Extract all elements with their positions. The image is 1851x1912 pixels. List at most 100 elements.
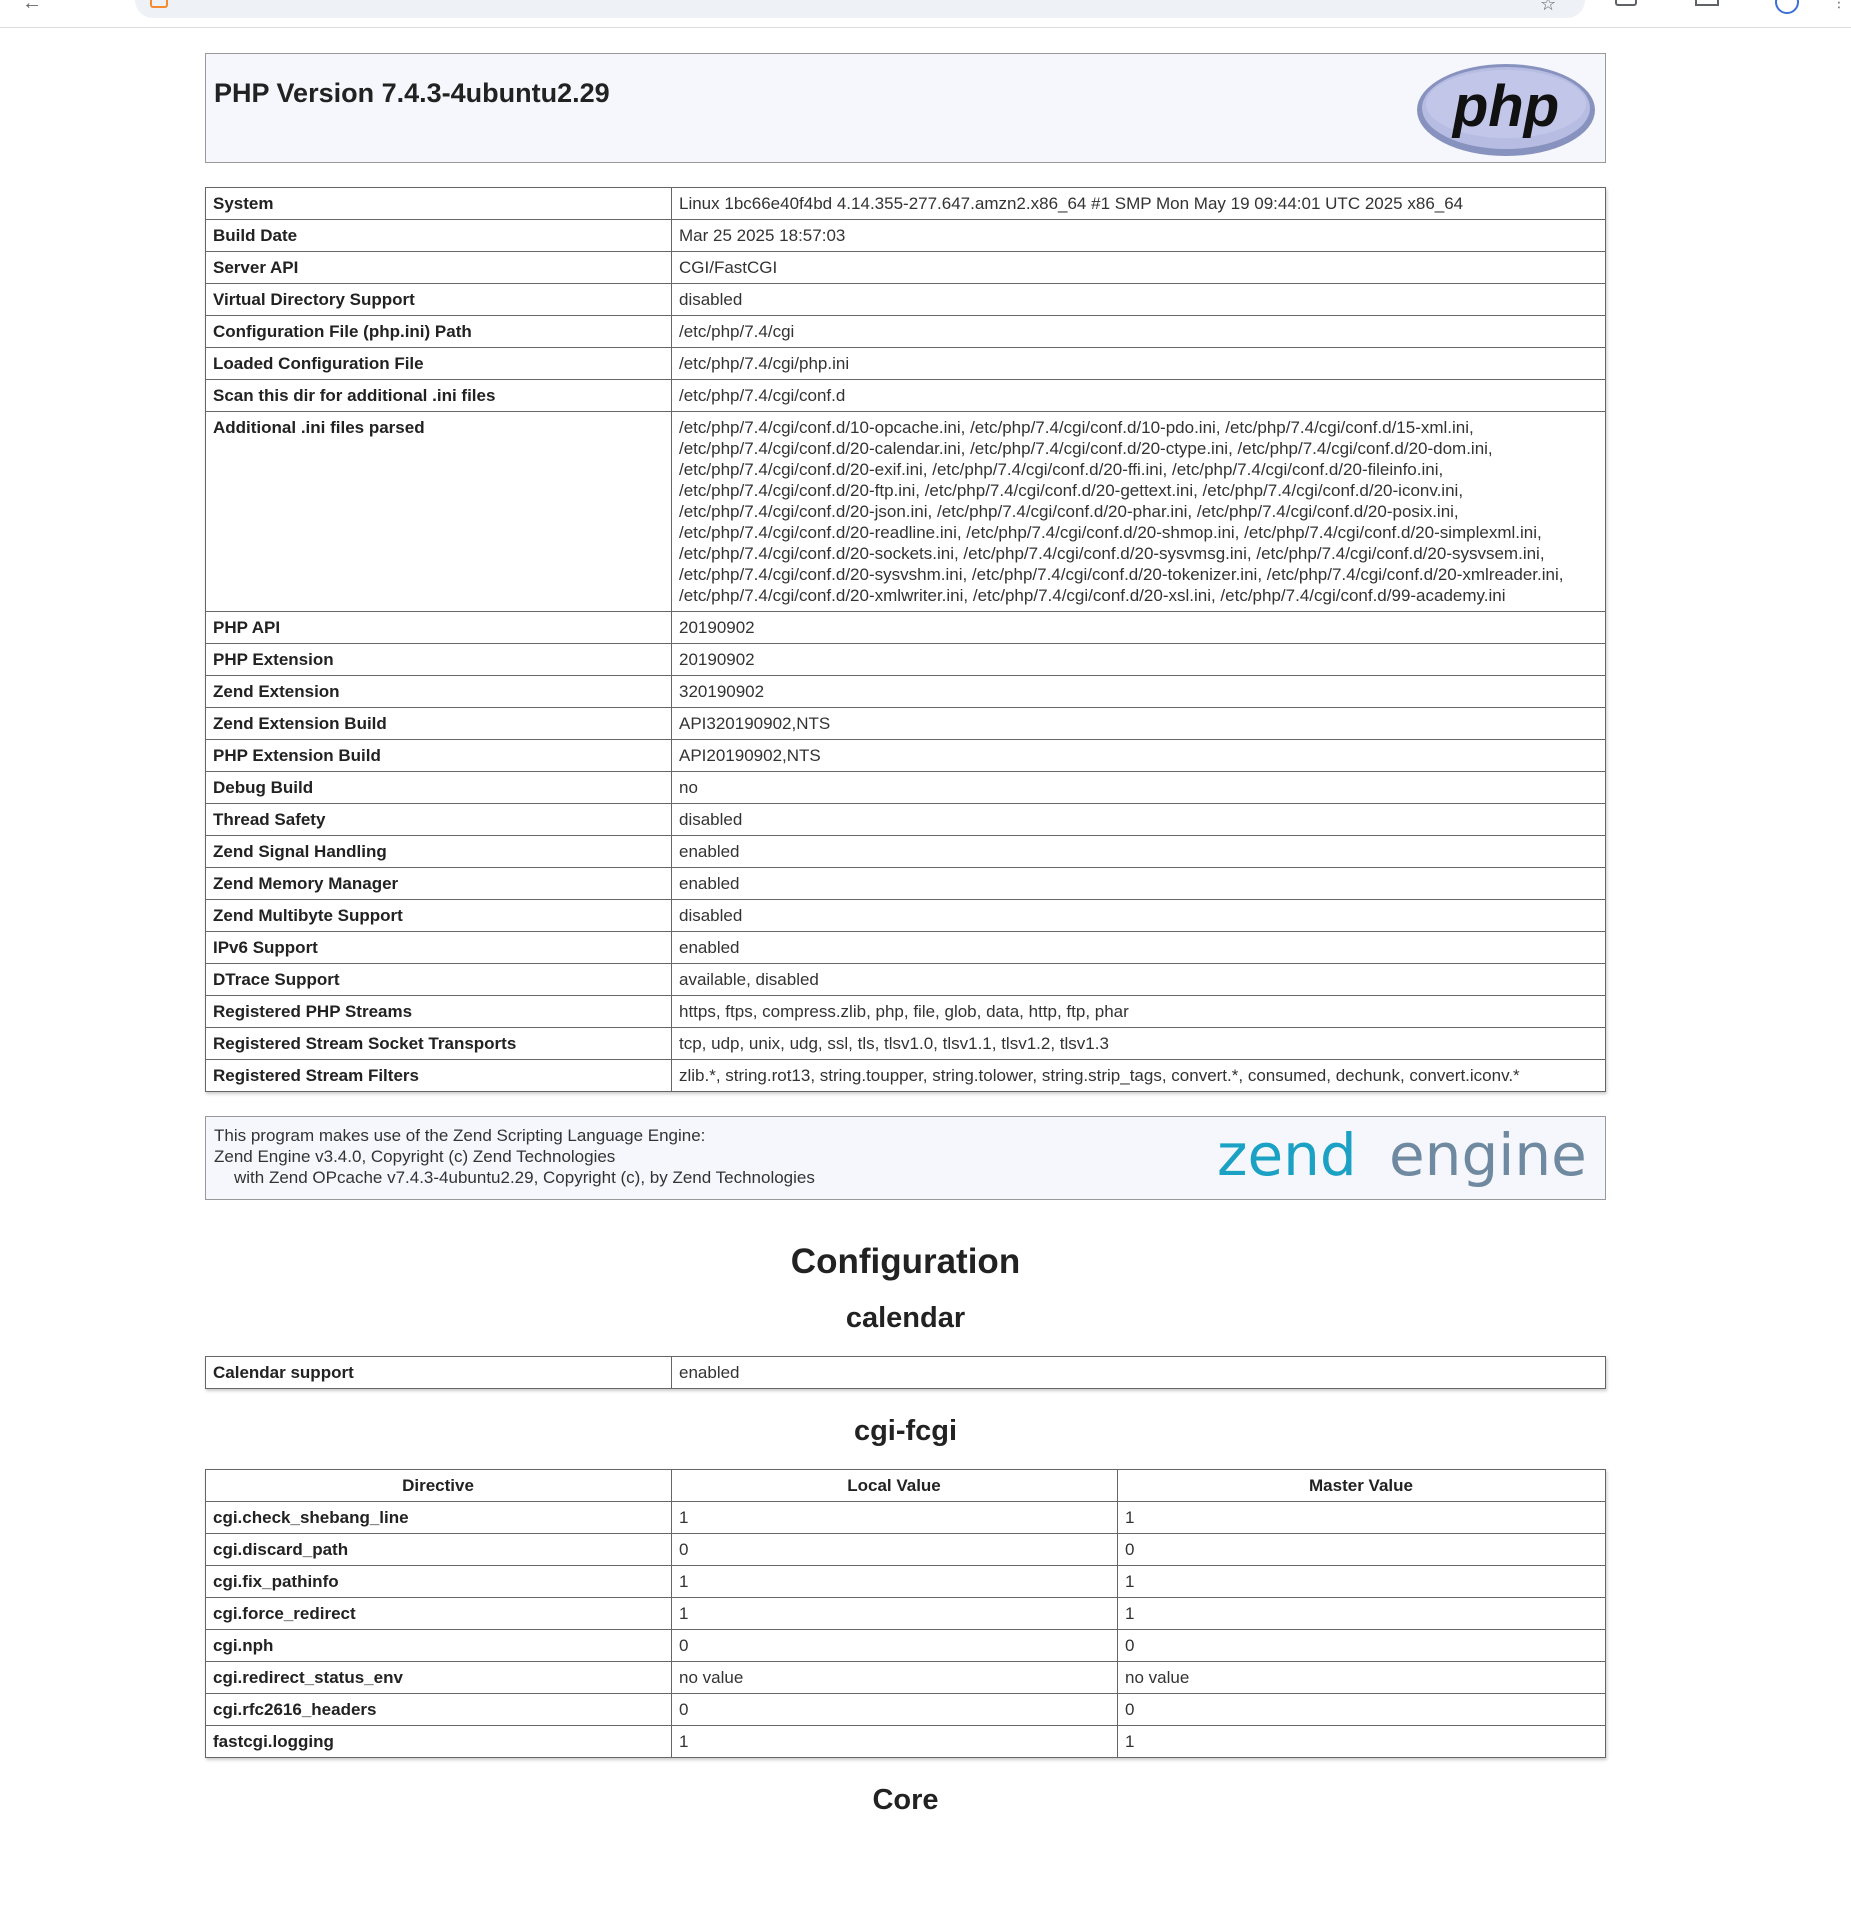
table-row: cgi.rfc2616_headers 0 0	[205, 1693, 1606, 1726]
php-version-header: PHP Version 7.4.3-4ubuntu2.29 php	[205, 53, 1606, 163]
local-value: no value	[671, 1661, 1118, 1694]
row-value: tcp, udp, unix, udg, ssl, tls, tlsv1.0, …	[671, 1027, 1606, 1060]
table-row: Additional .ini files parsed/etc/php/7.4…	[205, 411, 1606, 612]
row-value: no	[671, 771, 1606, 804]
table-row: Registered PHP Streams https, ftps, compr…	[205, 995, 1606, 1028]
directive-name: cgi.discard_path	[205, 1533, 672, 1566]
table-row: cgi.discard_path 0 0	[205, 1533, 1606, 1566]
row-value: enabled	[671, 1356, 1606, 1389]
table-row: Loaded Configuration File/etc/php/7.4/cg…	[205, 347, 1606, 380]
row-label: Zend Memory Manager	[205, 867, 672, 900]
table-row: PHP Extension 20190902	[205, 643, 1606, 676]
zend-logo-word-zend: zend	[1217, 1121, 1357, 1189]
table-row: Scan this dir for additional .ini files /…	[205, 379, 1606, 412]
directive-name: cgi.rfc2616_headers	[205, 1693, 672, 1726]
configuration-heading: Configuration	[790, 1242, 1021, 1281]
row-label: PHP Extension Build	[205, 739, 672, 772]
master-value: 1	[1117, 1725, 1606, 1758]
downloads-icon[interactable]	[1695, 0, 1719, 6]
row-label: Debug Build	[205, 771, 672, 804]
row-label: PHP API	[205, 611, 672, 644]
local-value: 1	[671, 1725, 1118, 1758]
row-label: Server API	[205, 251, 672, 284]
address-bar[interactable]	[135, 0, 1585, 18]
row-value: 20190902	[671, 643, 1606, 676]
table-row: Build Date Mar 25 2025 18:57:03	[205, 219, 1606, 252]
local-value: 1	[671, 1501, 1118, 1534]
section-title-cgi-fcgi[interactable]: cgi-fcgi	[205, 1413, 1606, 1449]
table-row: IPv6 Support enabled	[205, 931, 1606, 964]
row-label: PHP Extension	[205, 643, 672, 676]
table-row: PHP API 20190902	[205, 611, 1606, 644]
menu-kebab-icon[interactable]: ⋮	[1832, 0, 1846, 11]
row-value: /etc/php/7.4/cgi	[671, 315, 1606, 348]
cgi-fcgi-table: Directive Local Value Master Value cgi.c…	[205, 1469, 1606, 1758]
table-row: cgi.redirect_status_env no value no value	[205, 1661, 1606, 1694]
zend-logo-word-engine: engine	[1389, 1121, 1587, 1189]
table-row: Registered Stream Socket Transports tcp, …	[205, 1027, 1606, 1060]
row-label: Zend Multibyte Support	[205, 899, 672, 932]
section-title-calendar[interactable]: calendar	[205, 1300, 1606, 1336]
zend-engine-text: This program makes use of the Zend Scrip…	[214, 1125, 815, 1188]
row-label: Additional .ini files parsed	[205, 411, 672, 612]
row-value: 320190902	[671, 675, 1606, 708]
row-label: Zend Extension	[205, 675, 672, 708]
zend-engine-logo[interactable]: zend engine	[1217, 1121, 1597, 1197]
row-value: CGI/FastCGI	[671, 251, 1606, 284]
column-header-master-value: Master Value	[1117, 1469, 1606, 1502]
table-row: cgi.nph 0 0	[205, 1629, 1606, 1662]
directive-name: fastcgi.logging	[205, 1725, 672, 1758]
section-title-core[interactable]: Core	[205, 1782, 1606, 1818]
row-value: API20190902,NTS	[671, 739, 1606, 772]
row-value: /etc/php/7.4/cgi/conf.d	[671, 379, 1606, 412]
local-value: 1	[671, 1597, 1118, 1630]
row-label: Zend Signal Handling	[205, 835, 672, 868]
table-row: Zend Memory Manager enabled	[205, 867, 1606, 900]
directive-name: cgi.redirect_status_env	[205, 1661, 672, 1694]
extensions-icon[interactable]	[1615, 0, 1637, 6]
master-value: 0	[1117, 1533, 1606, 1566]
row-label: Configuration File (php.ini) Path	[205, 315, 672, 348]
zend-line-2: Zend Engine v3.4.0, Copyright (c) Zend T…	[214, 1147, 616, 1166]
directive-name: cgi.check_shebang_line	[205, 1501, 672, 1534]
row-label: Registered Stream Filters	[205, 1059, 672, 1092]
table-row: Calendar support enabled	[205, 1356, 1606, 1389]
row-value: Mar 25 2025 18:57:03	[671, 219, 1606, 252]
table-row: Zend Multibyte Support disabled	[205, 899, 1606, 932]
directive-name: cgi.nph	[205, 1629, 672, 1662]
table-row: cgi.fix_pathinfo 1 1	[205, 1565, 1606, 1598]
page-title: PHP Version 7.4.3-4ubuntu2.29	[214, 78, 610, 108]
table-row: Zend Extension Build API320190902,NTS	[205, 707, 1606, 740]
row-label: Calendar support	[205, 1356, 672, 1389]
bookmark-star-icon[interactable]: ☆	[1540, 0, 1556, 15]
table-row: DTrace Support available, disabled	[205, 963, 1606, 996]
table-row: Debug Build no	[205, 771, 1606, 804]
row-value: zlib.*, string.rot13, string.toupper, st…	[671, 1059, 1606, 1092]
php-logo-text: php	[1451, 74, 1559, 139]
zend-line-1: This program makes use of the Zend Scrip…	[214, 1126, 706, 1145]
table-row: Zend Signal Handling enabled	[205, 835, 1606, 868]
table-row: Zend Extension 320190902	[205, 675, 1606, 708]
row-value: enabled	[671, 931, 1606, 964]
table-row: Configuration File (php.ini) Path/etc/ph…	[205, 315, 1606, 348]
row-label: Build Date	[205, 219, 672, 252]
zend-line-3: with Zend OPcache v7.4.3-4ubuntu2.29, Co…	[234, 1168, 815, 1187]
master-value: 0	[1117, 1693, 1606, 1726]
column-header-directive: Directive	[205, 1469, 672, 1502]
row-label: Scan this dir for additional .ini files	[205, 379, 672, 412]
table-row: Virtual Directory Support disabled	[205, 283, 1606, 316]
local-value: 0	[671, 1693, 1118, 1726]
directive-name: cgi.force_redirect	[205, 1597, 672, 1630]
table-row: Thread Safety disabled	[205, 803, 1606, 836]
zend-engine-box: This program makes use of the Zend Scrip…	[205, 1116, 1606, 1200]
back-arrow-icon[interactable]: ←	[22, 0, 42, 13]
php-logo[interactable]: php	[1415, 62, 1597, 158]
profile-avatar-icon[interactable]	[1775, 0, 1799, 14]
table-row: Registered Stream Filters zlib.*, string.…	[205, 1059, 1606, 1092]
row-value: disabled	[671, 283, 1606, 316]
row-label: Zend Extension Build	[205, 707, 672, 740]
row-label: IPv6 Support	[205, 931, 672, 964]
row-label: DTrace Support	[205, 963, 672, 996]
column-header-local-value: Local Value	[671, 1469, 1118, 1502]
row-label: Virtual Directory Support	[205, 283, 672, 316]
